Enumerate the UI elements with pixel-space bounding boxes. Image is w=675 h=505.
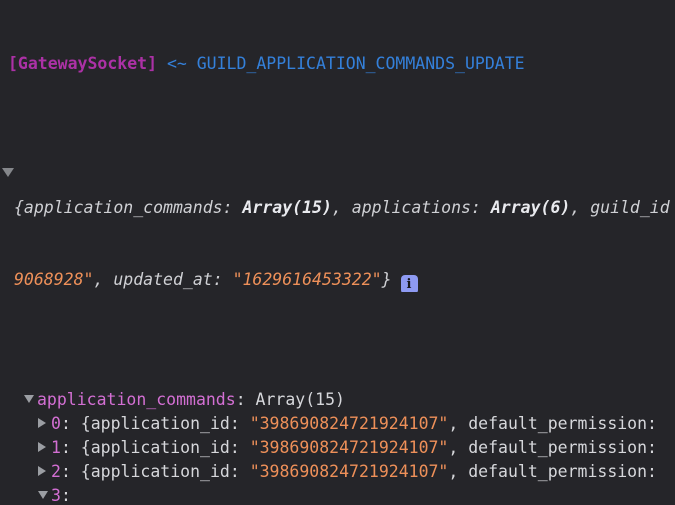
token-str: 9068928"	[14, 270, 94, 289]
expander-right-icon[interactable]	[38, 466, 46, 476]
token-plain: : {application_id:	[60, 438, 250, 457]
token-evt: <~ GUILD_APPLICATION_COMMANDS_UPDATE	[157, 54, 525, 73]
token-tag: [GatewaySocket]	[8, 54, 158, 73]
tree-row-2[interactable]: 1: {application_id: "398690824721924107"…	[0, 436, 675, 460]
token-plain: : {application_id:	[60, 414, 250, 433]
object-tree: application_commands: Array(15) 0: {appli…	[0, 388, 675, 505]
info-icon[interactable]: i	[400, 275, 418, 292]
tree-row-1[interactable]: 0: {application_id: "398690824721924107"…	[0, 412, 675, 436]
tree-row-4[interactable]: 3:	[0, 484, 675, 505]
devtools-console: [GatewaySocket] <~ GUILD_APPLICATION_COM…	[0, 0, 675, 505]
object-preview[interactable]: {application_commands: Array(15), applic…	[0, 124, 675, 340]
expander-down-icon[interactable]	[2, 168, 14, 177]
token-plain: : {application_id:	[60, 462, 250, 481]
token-pv: {application_commands:	[14, 198, 243, 217]
expander-down-icon[interactable]	[38, 491, 48, 499]
token-plain: :	[60, 486, 71, 505]
token-str: "398690824721924107"	[249, 462, 449, 481]
object-preview-line-2: 9068928", updated_at: "1629616453322"} i	[0, 268, 675, 292]
token-plain: , default_permission:	[448, 438, 657, 457]
object-preview-line-1: {application_commands: Array(15), applic…	[0, 196, 675, 220]
tree-row-3[interactable]: 2: {application_id: "398690824721924107"…	[0, 460, 675, 484]
token-key: 3	[51, 486, 61, 505]
token-str: "398690824721924107"	[249, 414, 449, 433]
token-pv: , guild_id	[570, 198, 670, 217]
token-plain: , default_permission:	[448, 462, 657, 481]
token-str: "1629616453322"	[232, 270, 382, 289]
token-key: 2	[51, 462, 61, 481]
token-plain: : Array(15)	[235, 390, 345, 409]
token-str: "398690824721924107"	[249, 438, 449, 457]
tree-row-0[interactable]: application_commands: Array(15)	[0, 388, 675, 412]
token-pv: }	[381, 270, 392, 289]
token-key: 1	[51, 438, 61, 457]
token-plain: , default_permission:	[448, 414, 657, 433]
token-key: 0	[51, 414, 61, 433]
token-pv: , updated_at:	[93, 270, 233, 289]
token-key: application_commands	[37, 390, 236, 409]
token-pvb: Array(6)	[490, 198, 571, 217]
expander-right-icon[interactable]	[38, 418, 46, 428]
expander-right-icon[interactable]	[38, 442, 46, 452]
log-message-header: [GatewaySocket] <~ GUILD_APPLICATION_COM…	[0, 52, 675, 76]
expander-down-icon[interactable]	[24, 395, 34, 403]
token-pvb: Array(15)	[242, 198, 332, 217]
token-pv: , applications:	[331, 198, 491, 217]
